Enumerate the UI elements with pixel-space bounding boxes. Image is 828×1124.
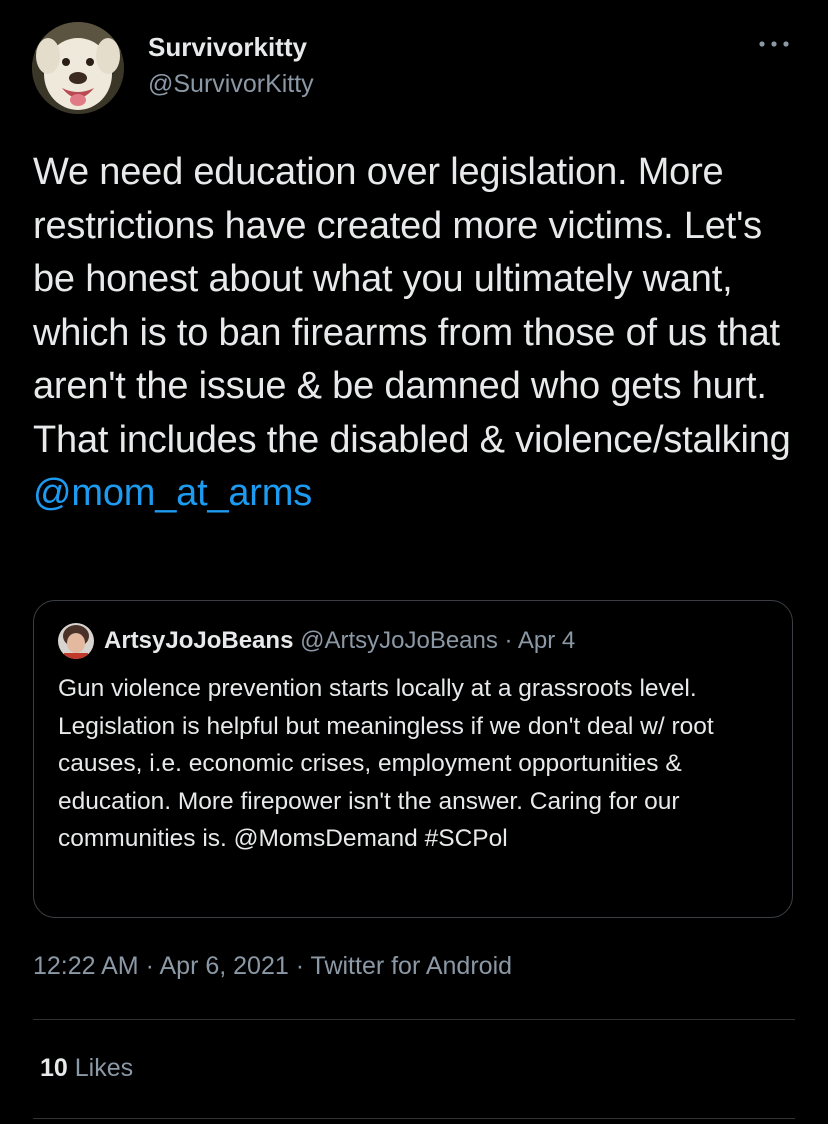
- author-display-name[interactable]: Survivorkitty: [148, 32, 307, 63]
- tweet-mention-link[interactable]: @mom_at_arms: [33, 472, 312, 514]
- timestamp-separator-2: ·: [295, 952, 305, 980]
- timestamp-separator-1: ·: [145, 952, 154, 980]
- tweet-time: 12:22 AM: [33, 952, 139, 980]
- divider-top: [33, 1019, 795, 1020]
- tweet-text: We need education over legislation. More…: [33, 151, 791, 461]
- author-handle[interactable]: @SurvivorKitty: [148, 70, 314, 99]
- divider-bottom: [33, 1118, 795, 1119]
- quote-text: Gun violence prevention starts locally a…: [58, 675, 714, 853]
- author-avatar[interactable]: [32, 22, 124, 114]
- tweet-header: Survivorkitty @SurvivorKitty: [32, 22, 796, 118]
- quote-author-avatar[interactable]: [58, 623, 94, 659]
- quote-separator: ·: [504, 627, 513, 654]
- likes-count: 10: [40, 1054, 68, 1082]
- tweet-timestamp-row: 12:22 AM · Apr 6, 2021 · Twitter for And…: [33, 952, 512, 981]
- tweet-body: We need education over legislation. More…: [33, 146, 813, 521]
- person-photo-avatar-icon: [58, 623, 94, 659]
- quote-author-name[interactable]: ArtsyJoJoBeans: [104, 627, 293, 654]
- tweet-source-link[interactable]: Twitter for Android: [311, 952, 512, 980]
- likes-label: Likes: [74, 1054, 134, 1082]
- quoted-tweet-card[interactable]: ArtsyJoJoBeans @ArtsyJoJoBeans · Apr 4 G…: [33, 600, 793, 918]
- quote-date: Apr 4: [517, 627, 576, 654]
- likes-stat[interactable]: 10 Likes: [40, 1054, 133, 1083]
- dog-photo-avatar-icon: [32, 22, 124, 114]
- quote-author-handle[interactable]: @ArtsyJoJoBeans: [300, 627, 498, 654]
- tweet-date: Apr 6, 2021: [159, 952, 289, 980]
- quote-meta: ArtsyJoJoBeans @ArtsyJoJoBeans · Apr 4: [104, 627, 575, 655]
- ellipsis-icon[interactable]: [756, 34, 792, 54]
